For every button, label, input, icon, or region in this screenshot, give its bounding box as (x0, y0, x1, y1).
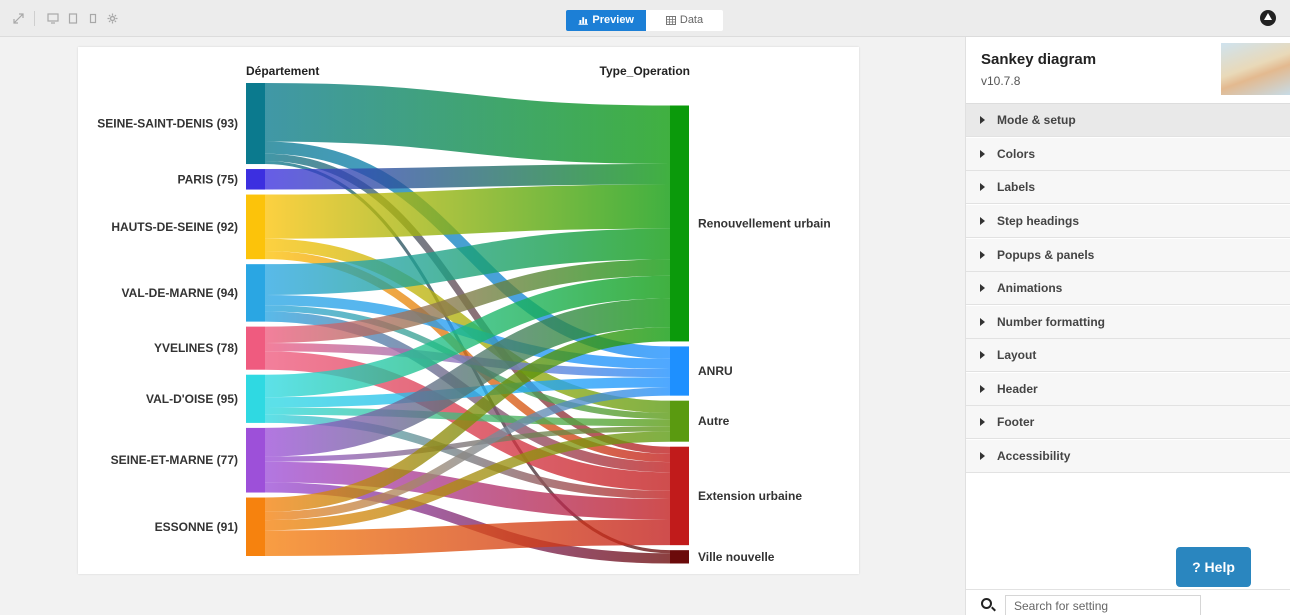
section-label: Labels (997, 180, 1036, 194)
preview-label: Preview (592, 14, 634, 26)
section-label: Mode & setup (997, 113, 1076, 127)
caret-right-icon (980, 385, 985, 393)
section-footer[interactable]: Footer (966, 406, 1290, 439)
section-label: Animations (997, 281, 1063, 295)
section-colors[interactable]: Colors (966, 138, 1290, 171)
target-node[interactable] (670, 105, 689, 342)
view-switcher: Preview Data (566, 10, 723, 31)
source-node[interactable] (246, 326, 265, 370)
section-layout[interactable]: Layout (966, 339, 1290, 372)
desktop-icon[interactable] (46, 12, 59, 25)
target-label: Autre (698, 414, 730, 428)
target-label: Ville nouvelle (698, 550, 775, 564)
caret-right-icon (980, 418, 985, 426)
section-label: Footer (997, 415, 1035, 429)
user-profile-icon[interactable] (1260, 10, 1276, 26)
section-label: Header (997, 382, 1038, 396)
sankey-link[interactable] (264, 163, 671, 190)
step-heading-source: Département (246, 64, 319, 78)
source-node[interactable] (246, 427, 265, 493)
section-label: Layout (997, 348, 1037, 362)
section-labels[interactable]: Labels (966, 171, 1290, 204)
top-toolbar: Preview Data (0, 0, 1290, 37)
target-label: ANRU (698, 364, 733, 378)
search-icon (981, 598, 992, 609)
template-title: Sankey diagram (981, 51, 1097, 68)
table-icon (665, 16, 676, 25)
source-label: VAL-DE-MARNE (94) (122, 286, 238, 300)
expand-icon[interactable] (12, 12, 25, 25)
caret-right-icon (980, 217, 985, 225)
mobile-icon[interactable] (86, 12, 99, 25)
caret-right-icon (980, 183, 985, 191)
source-label: SEINE-ET-MARNE (77) (111, 453, 238, 467)
target-node[interactable] (670, 400, 689, 442)
sankey-links (264, 83, 671, 564)
section-label: Step headings (997, 214, 1080, 228)
chart-icon (578, 17, 588, 25)
section-step-headings[interactable]: Step headings (966, 205, 1290, 238)
section-animations[interactable]: Animations (966, 272, 1290, 305)
panel-header: Sankey diagram v10.7.8 (966, 37, 1290, 104)
target-node[interactable] (670, 446, 689, 546)
sankey-link[interactable] (264, 184, 671, 239)
settings-panel: Sankey diagram v10.7.8 Mode & setup Colo… (965, 37, 1290, 615)
data-label: Data (679, 14, 704, 26)
sankey-link[interactable] (264, 519, 671, 556)
preview-tab[interactable]: Preview (566, 10, 646, 31)
caret-right-icon (980, 284, 985, 292)
section-label: Popups & panels (997, 248, 1095, 262)
template-thumbnail (1221, 43, 1290, 95)
source-node[interactable] (246, 169, 265, 190)
target-node[interactable] (670, 550, 689, 564)
caret-right-icon (980, 116, 985, 124)
preview-area: SEINE-SAINT-DENIS (93) PARIS (75) HAUTS-DE… (0, 37, 965, 615)
section-label: Colors (997, 147, 1036, 161)
target-label: Renouvellement urbain (698, 216, 831, 230)
source-label: SEINE-SAINT-DENIS (93) (97, 117, 238, 131)
sankey-chart: SEINE-SAINT-DENIS (93) PARIS (75) HAUTS-DE… (97, 64, 831, 564)
caret-right-icon (980, 251, 985, 259)
source-label: HAUTS-DE-SEINE (92) (111, 220, 238, 234)
settings-icon[interactable] (106, 12, 119, 25)
source-node[interactable] (246, 497, 265, 556)
caret-right-icon (980, 150, 985, 158)
template-version: v10.7.8 (981, 74, 1021, 88)
section-label: Accessibility (997, 449, 1071, 463)
source-node[interactable] (246, 264, 265, 322)
section-accessibility[interactable]: Accessibility (966, 440, 1290, 473)
section-popups-panels[interactable]: Popups & panels (966, 239, 1290, 272)
section-label: Number formatting (997, 315, 1105, 329)
target-node[interactable] (670, 346, 689, 396)
toolbar-divider (34, 11, 35, 26)
chart-card: SEINE-SAINT-DENIS (93) PARIS (75) HAUTS-DE… (78, 47, 859, 574)
source-label: PARIS (75) (178, 172, 238, 186)
data-tab[interactable]: Data (646, 10, 723, 31)
section-number-formatting[interactable]: Number formatting (966, 306, 1290, 339)
sankey-link[interactable] (264, 83, 671, 164)
source-node[interactable] (246, 83, 265, 165)
settings-search (966, 589, 1290, 615)
search-input[interactable] (1005, 595, 1201, 615)
source-label: VAL-D'OISE (95) (146, 392, 238, 406)
tablet-icon[interactable] (66, 12, 79, 25)
step-heading-target: Type_Operation (600, 64, 690, 78)
caret-right-icon (980, 318, 985, 326)
caret-right-icon (980, 452, 985, 460)
help-button[interactable]: ? Help (1176, 547, 1251, 587)
source-node[interactable] (246, 374, 265, 423)
source-label: YVELINES (78) (154, 341, 238, 355)
target-label: Extension urbaine (698, 489, 802, 503)
section-header[interactable]: Header (966, 373, 1290, 406)
source-node[interactable] (246, 194, 265, 260)
source-label: ESSONNE (91) (155, 520, 238, 534)
section-mode-setup[interactable]: Mode & setup (966, 104, 1290, 137)
caret-right-icon (980, 351, 985, 359)
